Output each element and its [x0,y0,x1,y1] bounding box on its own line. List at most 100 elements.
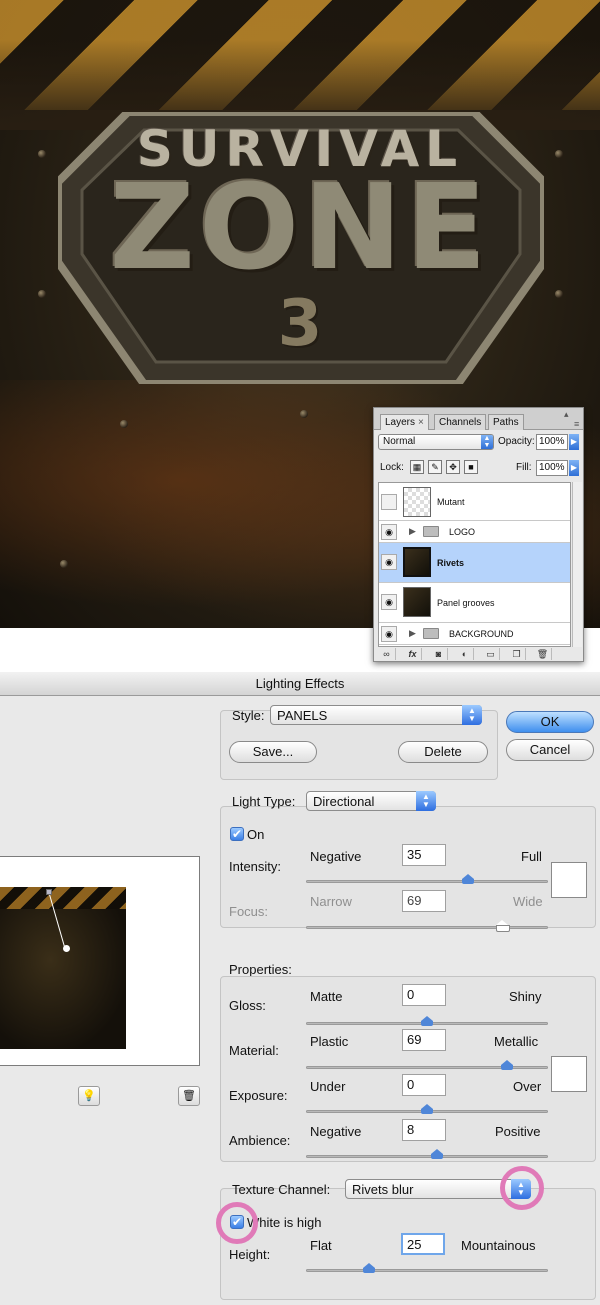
texture-channel-value: Rivets blur [352,1182,414,1197]
ambience-label: Ambience: [229,1133,291,1148]
exposure-label: Exposure: [229,1088,288,1103]
gloss-input[interactable]: 0 [402,984,446,1006]
intensity-max-label: Full [521,849,542,864]
material-input[interactable]: 69 [402,1029,446,1051]
material-slider-thumb[interactable] [500,1060,513,1070]
intensity-min-label: Negative [310,849,362,864]
light-type-select[interactable]: Directional ▲ ▼ [306,791,436,811]
lock-move-icon[interactable]: ✥ [446,460,460,474]
rivet [38,150,46,158]
close-icon[interactable]: × [418,417,424,428]
height-min-label: Flat [310,1238,332,1253]
opacity-arrow-icon[interactable]: ▶ [569,434,579,450]
ambience-slider-thumb[interactable] [430,1149,443,1159]
layer-name: BACKGROUND [449,629,514,639]
opacity-input[interactable]: 100% [536,434,568,450]
tab-layers[interactable]: Layers × [380,414,429,430]
ambience-input[interactable]: 8 [402,1119,446,1141]
blend-mode-select[interactable]: Normal ▲ ▼ [378,434,494,450]
preview-image[interactable] [0,887,126,1049]
layer-row-rivets[interactable]: ◉ Rivets [379,543,570,583]
intensity-slider-track[interactable] [306,880,548,883]
panel-menu-icon[interactable]: ≡ [574,419,579,429]
updown-arrows-icon: ▲ ▼ [462,705,482,725]
exposure-min-label: Under [310,1079,346,1094]
eye-icon[interactable]: ◉ [381,594,397,610]
fill-input[interactable]: 100% [536,460,568,476]
gloss-max-label: Shiny [509,989,542,1004]
gloss-label: Gloss: [229,998,266,1013]
light-on-checkbox[interactable]: ✔ [230,827,244,841]
mask-icon[interactable]: ◙ [430,648,448,660]
layer-name: LOGO [449,527,476,537]
intensity-slider-thumb[interactable] [462,874,475,884]
lock-brush-icon[interactable]: ✎ [428,460,442,474]
expand-triangle-icon[interactable]: ▶ [409,526,416,537]
tab-paths-label: Paths [493,417,519,428]
style-value: PANELS [277,708,328,723]
light-color-swatch[interactable] [551,862,587,898]
save-button[interactable]: Save... [229,741,317,763]
expand-triangle-icon[interactable]: ▶ [409,628,416,639]
ambience-max-label: Positive [495,1124,541,1139]
lighting-effects-dialog: Lighting Effects 💡 🗑 Style: PANELS ▲ ▼ Sa… [0,672,600,1305]
material-color-swatch[interactable] [551,1056,587,1092]
layer-name: Mutant [437,497,465,507]
ambience-slider-track[interactable] [306,1155,548,1158]
link-icon[interactable]: ∞ [378,648,396,660]
layers-panel: Layers × Channels Paths ▴ ≡ Normal ▲ ▼ Opa… [373,407,584,662]
eye-icon[interactable]: ◉ [381,524,397,540]
tab-channels[interactable]: Channels [434,414,487,430]
new-light-bulb-icon[interactable]: 💡 [78,1086,100,1106]
lock-all-icon[interactable]: ■ [464,460,478,474]
new-layer-icon[interactable]: ❐ [508,648,526,660]
layers-list: Mutant ◉ ▶ LOGO ◉ Rivets ◉ Panel grooves… [378,482,571,647]
rivet [300,410,308,418]
rivet [555,150,563,158]
focus-input[interactable]: 69 [402,890,446,912]
gloss-slider-thumb[interactable] [421,1016,433,1026]
adjustment-icon[interactable]: ◐ [456,648,474,660]
fill-arrow-icon[interactable]: ▶ [569,460,579,476]
lock-transparent-icon[interactable]: ▦ [410,460,424,474]
intensity-input[interactable]: 35 [402,844,446,866]
cancel-button[interactable]: Cancel [506,739,594,761]
logo-text-number: 3 [277,287,323,361]
eye-icon[interactable]: ◉ [381,626,397,642]
layers-scrollbar[interactable] [572,482,582,647]
focus-slider-track[interactable] [306,926,548,929]
tab-paths[interactable]: Paths [488,414,524,430]
highlight-ring [500,1166,544,1210]
focus-max-label: Wide [513,894,543,909]
exposure-slider-thumb[interactable] [421,1104,433,1114]
folder-icon[interactable]: ▭ [482,648,500,660]
delete-light-trash-icon[interactable]: 🗑 [178,1086,200,1106]
collapse-icon[interactable]: ▴ [564,409,569,420]
trash-icon[interactable]: 🗑 [534,648,552,660]
height-slider-track[interactable] [306,1269,548,1272]
light-on-label: On [247,827,265,842]
light-center-handle[interactable] [63,945,70,952]
delete-button[interactable]: Delete [398,741,488,763]
layer-row-panel-grooves[interactable]: ◉ Panel grooves [379,583,570,623]
layer-row-background[interactable]: ◉ ▶ BACKGROUND [379,623,570,645]
exposure-input[interactable]: 0 [402,1074,446,1096]
white-is-high-label: White is high [247,1215,322,1230]
preview-area[interactable] [0,856,200,1066]
style-select[interactable]: PANELS ▲ ▼ [270,705,482,725]
eye-icon[interactable]: ◉ [381,554,397,570]
layers-panel-tabs: Layers × Channels Paths ▴ ≡ [374,408,583,430]
focus-label: Focus: [229,904,269,919]
light-handle[interactable] [46,889,52,895]
properties-label: Properties: [229,962,292,977]
layer-row-logo[interactable]: ◉ ▶ LOGO [379,521,570,543]
layer-row-mutant[interactable]: Mutant [379,483,570,521]
height-slider-thumb[interactable] [362,1263,375,1273]
layer-thumbnail [403,487,431,517]
texture-channel-label: Texture Channel: [232,1182,331,1197]
focus-slider-thumb[interactable] [496,920,511,932]
ok-button[interactable]: OK [506,711,594,733]
height-input[interactable]: 25 [401,1233,445,1255]
fx-icon[interactable]: fx [404,648,422,660]
visibility-toggle[interactable] [381,494,397,510]
